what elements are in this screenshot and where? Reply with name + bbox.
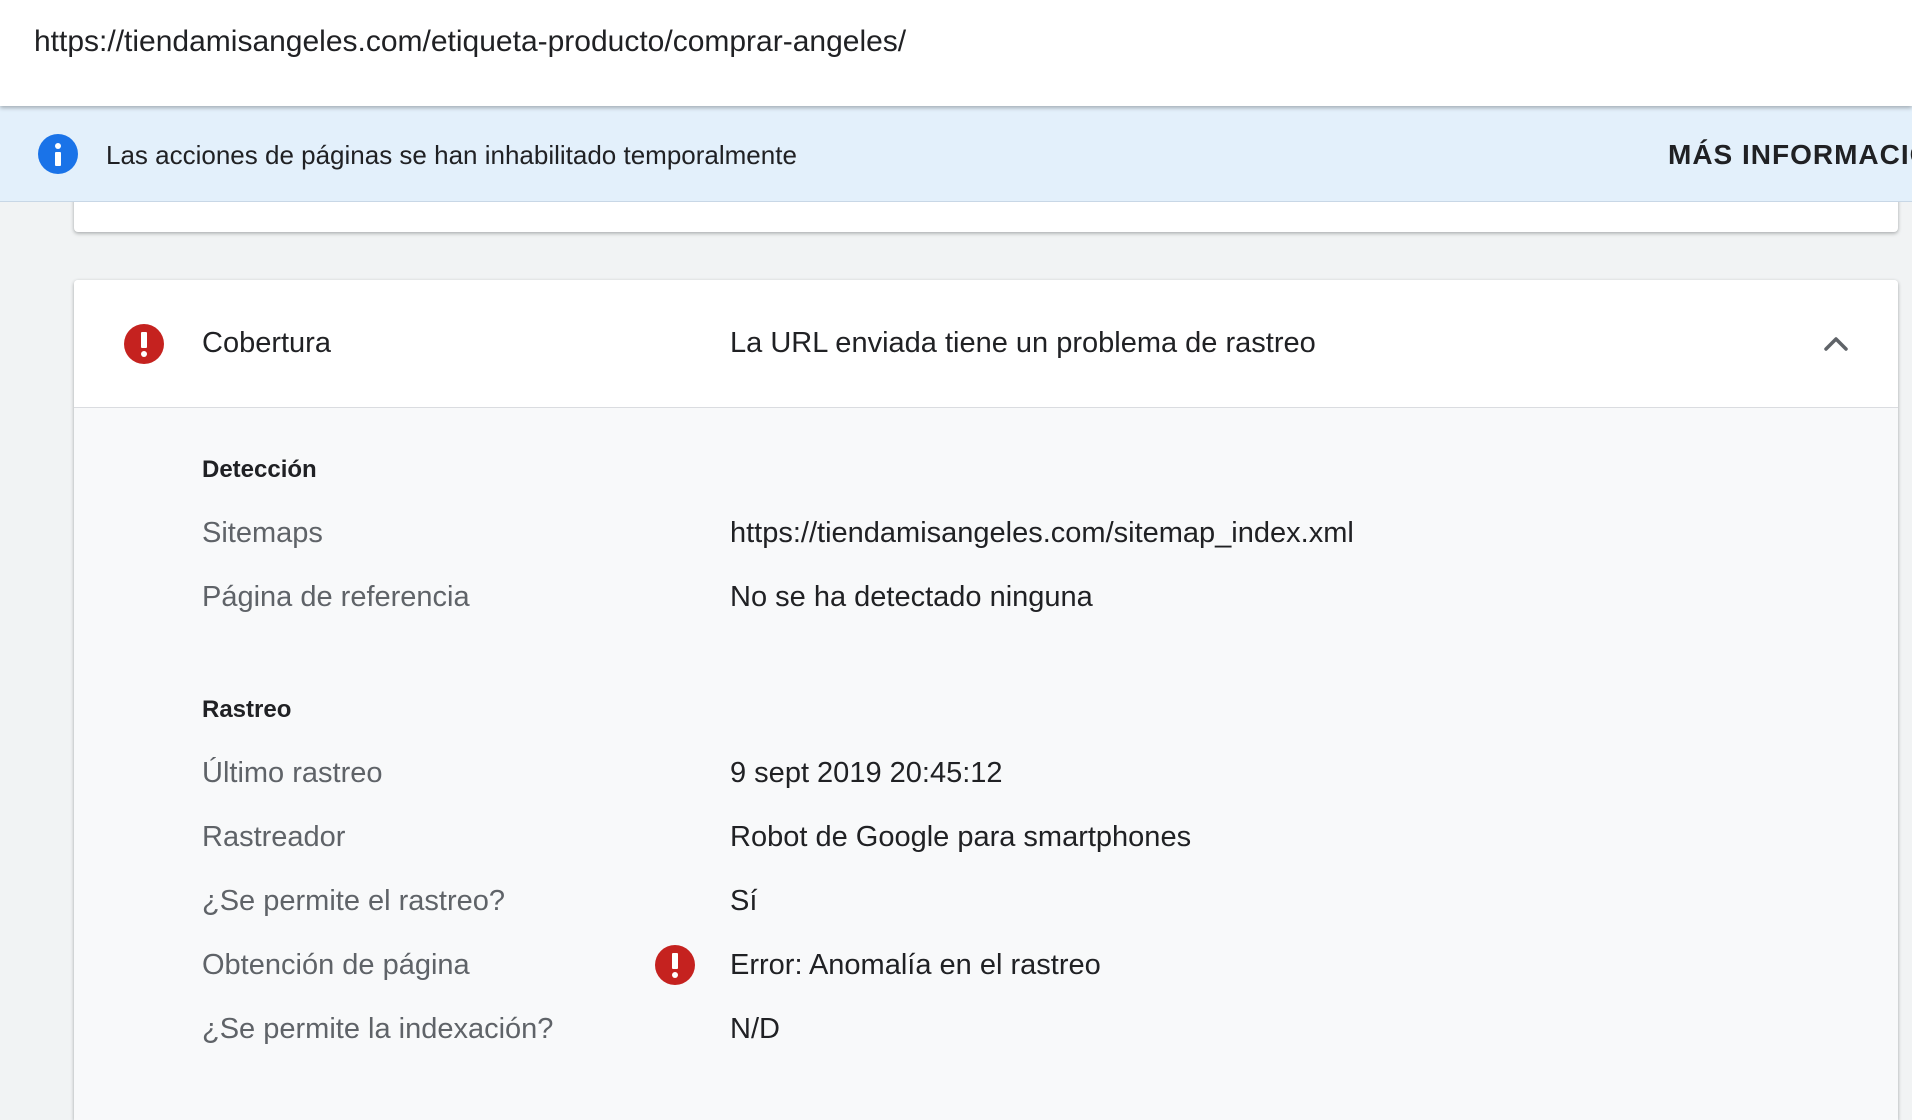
row-label-crawl-allowed: ¿Se permite el rastreo? xyxy=(202,885,506,917)
row-value-page-fetch: Error: Anomalía en el rastreo xyxy=(730,949,1101,981)
coverage-header[interactable]: Cobertura La URL enviada tiene un proble… xyxy=(74,280,1898,408)
row-value-crawler: Robot de Google para smartphones xyxy=(730,821,1192,853)
row-value-referring-page: No se ha detectado ninguna xyxy=(730,581,1093,613)
row-label-crawler: Rastreador xyxy=(202,821,346,853)
row-label-last-crawl: Último rastreo xyxy=(202,757,383,789)
coverage-label: Cobertura xyxy=(202,327,331,359)
banner-message: Las acciones de páginas se han inhabilit… xyxy=(106,140,797,170)
row-value-indexing-allowed: N/D xyxy=(730,1013,780,1045)
row-value-sitemaps[interactable]: https://tiendamisangeles.com/sitemap_ind… xyxy=(730,514,1354,552)
more-info-button[interactable]: MÁS INFORMACIÓN xyxy=(1668,138,1912,172)
info-icon xyxy=(38,134,78,174)
row-label-page-fetch: Obtención de página xyxy=(202,949,470,981)
section-title-detection: Detección xyxy=(202,456,317,483)
row-label-sitemaps: Sitemaps xyxy=(202,517,323,549)
error-icon xyxy=(124,324,164,364)
chevron-up-icon[interactable] xyxy=(1814,322,1858,366)
coverage-status: La URL enviada tiene un problema de rast… xyxy=(730,327,1316,359)
row-value-last-crawl: 9 sept 2019 20:45:12 xyxy=(730,757,1003,789)
row-value-crawl-allowed: Sí xyxy=(730,885,758,917)
row-label-referring-page: Página de referencia xyxy=(202,581,470,613)
section-title-crawl: Rastreo xyxy=(202,696,292,723)
url-bar: https://tiendamisangeles.com/etiqueta-pr… xyxy=(0,0,1912,106)
error-icon xyxy=(655,945,695,985)
row-label-indexing-allowed: ¿Se permite la indexación? xyxy=(202,1013,554,1045)
coverage-details: Detección Sitemaps https://tiendamisange… xyxy=(74,408,1898,1120)
inspected-url[interactable]: https://tiendamisangeles.com/etiqueta-pr… xyxy=(34,22,906,62)
coverage-card: Cobertura La URL enviada tiene un proble… xyxy=(74,280,1898,1120)
